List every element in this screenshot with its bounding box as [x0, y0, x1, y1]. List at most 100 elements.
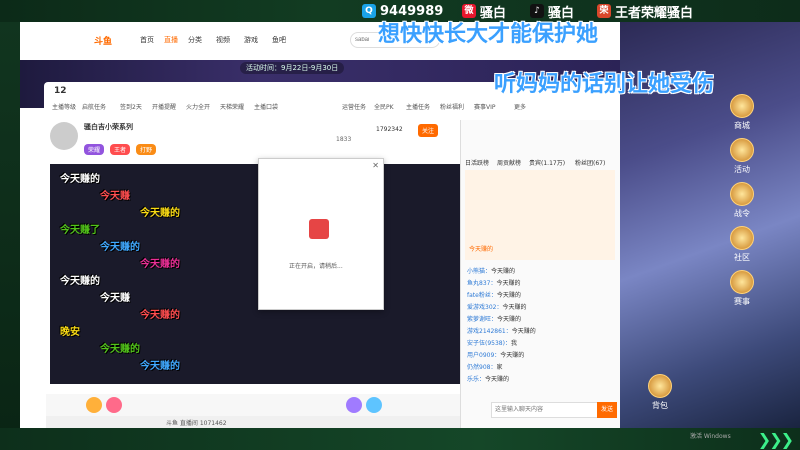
game-menu-icon: [730, 226, 754, 250]
bar-item-7[interactable]: 运营任务: [342, 102, 366, 111]
nav-video[interactable]: 视频: [216, 35, 230, 45]
event-time: 活动时间：9月22日-9月30日: [240, 62, 345, 74]
follow-button[interactable]: 关注: [418, 124, 439, 137]
player-area: 骚白吉小荣系列 荣耀 王者 打野 关注 1792342 1833 今天赚的 今天赚…: [46, 120, 460, 392]
tag-0: 荣耀: [84, 144, 105, 155]
bar-item-12[interactable]: 更多: [514, 102, 526, 111]
game-menu-icon: [730, 94, 754, 118]
chat-message: 游戏2142861：今天赚的: [467, 326, 536, 335]
game-menu-4[interactable]: 赛事: [722, 270, 762, 307]
chat-username[interactable]: 安子伍(9538)：: [467, 340, 511, 347]
chat-username[interactable]: 小熊猫：: [467, 268, 491, 275]
stream-overlay-left: [0, 22, 20, 450]
danmaku-text: 今天赚了: [60, 225, 100, 236]
nav-fishbar[interactable]: 鱼吧: [272, 35, 286, 45]
qq-icon: Q: [362, 4, 376, 18]
level-badge: 12: [54, 86, 67, 96]
chat-message: 小熊猫：今天赚的: [467, 266, 515, 275]
stream-overlay-bottom: 激活 Windows: [0, 428, 800, 450]
game-social: 荣 王者荣耀骚白: [597, 2, 693, 21]
send-button[interactable]: 发送: [597, 402, 617, 418]
chat-text: 今天赚的: [491, 268, 516, 275]
close-icon[interactable]: ✕: [372, 161, 379, 170]
danmaku-text: 今天赚的: [100, 344, 140, 355]
bar-item-0[interactable]: 主播等级: [52, 102, 76, 111]
bar-item-1[interactable]: 启航任务: [82, 102, 106, 111]
chat-message: 爱游戏302：今天赚的: [467, 302, 526, 311]
chat-notice-card: 今天赚的: [465, 170, 615, 260]
nav-games[interactable]: 游戏: [244, 35, 258, 45]
game-menu-label: 背包: [652, 401, 668, 410]
chat-tab-2[interactable]: 贵宾(1.17万): [529, 158, 565, 167]
danmaku-text: 今天赚的: [140, 310, 180, 321]
gift-icon[interactable]: [86, 397, 102, 413]
chat-text: 我: [510, 340, 517, 347]
game-menu-5[interactable]: 背包: [640, 374, 680, 411]
room-title: 骚白吉小荣系列: [84, 123, 133, 131]
chat-message: 紫萝谢旺：今天赚的: [467, 314, 521, 323]
gift-box-icon: [309, 219, 329, 239]
game-menu-icon: [730, 138, 754, 162]
bar-item-2[interactable]: 签到2天: [120, 102, 142, 111]
game-menu-icon: [648, 374, 672, 398]
chat-tab-0[interactable]: 日活跃榜: [465, 158, 489, 167]
nav-live[interactable]: 直播: [164, 35, 178, 45]
danmaku-text: 今天赚的: [140, 361, 180, 372]
site-logo[interactable]: 斗鱼: [94, 34, 112, 47]
danmaku-text: 今天赚的: [100, 242, 140, 253]
danmaku-text: 今天赚的: [60, 276, 100, 287]
chat-username[interactable]: 仍然908：: [467, 364, 496, 371]
chat-text: 今天赚的: [496, 280, 521, 287]
chat-username[interactable]: 用户0909：: [467, 352, 500, 359]
bar-item-6[interactable]: 主播口袋: [254, 102, 278, 111]
game-menu-label: 商城: [734, 121, 750, 130]
loading-text: 正在开启，请稍后...: [289, 263, 343, 270]
watermark: 激活 Windows: [690, 433, 731, 440]
gift-bar: [46, 394, 460, 416]
chat-username[interactable]: 乐乐：: [467, 376, 485, 383]
bar-item-5[interactable]: 天梯荣耀: [220, 102, 244, 111]
chat-username[interactable]: 爱游戏302：: [467, 304, 502, 311]
chat-username[interactable]: 鱼丸837：: [467, 280, 496, 287]
avatar[interactable]: [50, 122, 78, 150]
lyric-line-1: 想快快长大才能保护她: [378, 22, 599, 47]
nav-category[interactable]: 分类: [188, 35, 202, 45]
chat-text: 今天赚的: [500, 352, 525, 359]
bar-item-11[interactable]: 赛事VIP: [474, 102, 496, 111]
game-menu-icon: [730, 270, 754, 294]
bar-item-3[interactable]: 开播提醒: [152, 102, 176, 111]
game-menu-label: 社区: [734, 253, 750, 262]
video-player[interactable]: 今天赚的 今天赚 今天赚的 今天赚了 今天赚的 今天赚的 今天赚的 今天赚 今天赚的 晚安 今天赚的…: [50, 164, 460, 384]
gift-icon[interactable]: [346, 397, 362, 413]
chat-text: 今天赚的: [497, 316, 522, 323]
chat-username[interactable]: 游戏2142861：: [467, 328, 512, 335]
game-menu-1[interactable]: 活动: [722, 138, 762, 175]
game-menu-3[interactable]: 社区: [722, 226, 762, 263]
chat-input[interactable]: [491, 402, 599, 418]
chat-message: 仍然908：家: [467, 362, 502, 371]
room-info: 斗鱼 直播间 1071462: [46, 416, 460, 428]
hot-count: 1833: [336, 136, 352, 143]
chat-message: 乐乐：今天赚的: [467, 374, 509, 383]
nav-home[interactable]: 首页: [140, 35, 154, 45]
bar-item-9[interactable]: 主播任务: [406, 102, 430, 111]
danmaku-text: 今天赚的: [140, 208, 180, 219]
gift-icon[interactable]: [106, 397, 122, 413]
bar-item-4[interactable]: 火力全开: [186, 102, 210, 111]
game-menu-2[interactable]: 战令: [722, 182, 762, 219]
gift-icon[interactable]: [366, 397, 382, 413]
chat-username[interactable]: fate粉丝：: [467, 292, 497, 299]
lyric-line-2: 听妈妈的话别让她受伤: [494, 72, 715, 97]
tag-2: 打野: [136, 144, 157, 155]
chat-tab-1[interactable]: 周贡献榜: [497, 158, 521, 167]
bar-item-10[interactable]: 粉丝福利: [440, 102, 464, 111]
game-menu-label: 战令: [734, 209, 750, 218]
game-menu-0[interactable]: 商城: [722, 94, 762, 131]
danmaku-text: 今天赚: [100, 293, 130, 304]
chat-tab-3[interactable]: 粉丝团(67): [575, 158, 605, 167]
bar-item-8[interactable]: 全民PK: [374, 102, 394, 111]
chat-panel: 日活跃榜 周贡献榜 贵宾(1.17万) 粉丝团(67) 今天赚的 小熊猫：今天赚…: [460, 120, 620, 428]
game-menu-label: 活动: [734, 165, 750, 174]
chat-username[interactable]: 紫萝谢旺：: [467, 316, 497, 323]
fans-count: 1792342: [376, 126, 403, 133]
